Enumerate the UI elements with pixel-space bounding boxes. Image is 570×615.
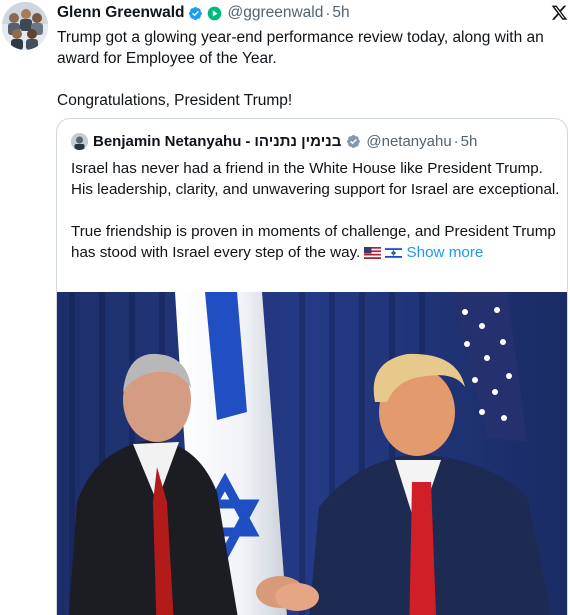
quoted-tweet-header: Benjamin Netanyahu - בנימין נתניהו @neta… bbox=[71, 131, 477, 151]
quoted-tweet-photo[interactable] bbox=[57, 292, 567, 615]
timestamp[interactable]: 5h bbox=[332, 4, 349, 22]
subscription-badge-icon bbox=[207, 6, 222, 21]
quoted-author-avatar[interactable] bbox=[71, 132, 88, 150]
tweet-text-paragraph-2: Congratulations, President Trump! bbox=[57, 92, 293, 109]
quoted-text-paragraph-2: True friendship is proven in moments of … bbox=[71, 221, 561, 265]
israel-flag-icon bbox=[385, 244, 403, 265]
quoted-timestamp[interactable]: 5h bbox=[461, 133, 478, 150]
tweet-text-paragraph-1: Trump got a glowing year-end performance… bbox=[57, 29, 544, 67]
tweet: Glenn Greenwald @ggreenwald · 5h Trump g… bbox=[0, 0, 570, 615]
quoted-author-handle[interactable]: @netanyahu bbox=[366, 133, 451, 150]
quoted-tweet-text: Israel has never had a friend in the Whi… bbox=[71, 158, 561, 265]
quoted-tweet[interactable]: Benjamin Netanyahu - בנימין נתניהו @neta… bbox=[56, 118, 568, 615]
quoted-separator: · bbox=[453, 132, 459, 150]
author-handle[interactable]: @ggreenwald bbox=[227, 4, 323, 22]
show-more-link[interactable]: Show more bbox=[407, 244, 484, 261]
separator: · bbox=[325, 4, 331, 22]
x-logo-icon[interactable] bbox=[551, 4, 568, 21]
quoted-author-name-dash: - bbox=[245, 132, 251, 150]
quoted-text-paragraph-1: Israel has never had a friend in the Whi… bbox=[71, 160, 560, 198]
us-flag-icon bbox=[364, 244, 382, 265]
tweet-text: Trump got a glowing year-end performance… bbox=[57, 27, 562, 111]
author-avatar[interactable] bbox=[2, 2, 48, 50]
author-name[interactable]: Glenn Greenwald bbox=[57, 4, 184, 22]
verified-badge-icon bbox=[188, 6, 203, 21]
gray-verified-badge-icon bbox=[346, 134, 361, 149]
quoted-author-name[interactable]: Benjamin Netanyahu bbox=[93, 133, 241, 150]
quoted-author-name-hebrew[interactable]: בנימין נתניהו bbox=[254, 133, 341, 150]
tweet-header: Glenn Greenwald @ggreenwald · 5h bbox=[57, 3, 350, 23]
